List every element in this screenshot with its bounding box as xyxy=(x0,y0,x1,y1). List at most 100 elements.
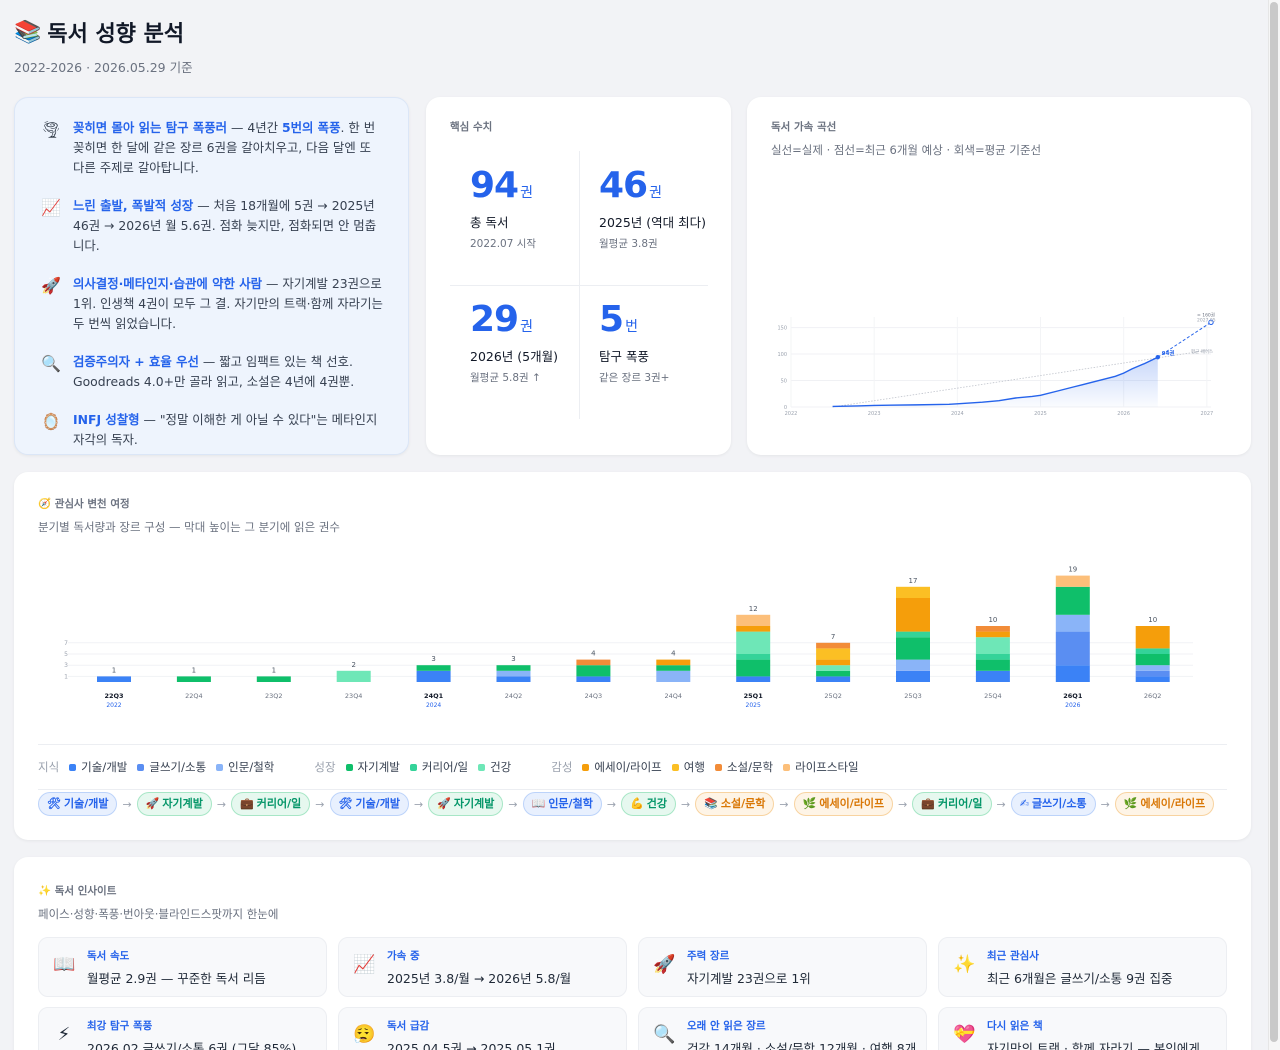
stat-item: 29 권 2026년 (5개월) 월평균 5.8권 ↑ xyxy=(470,299,592,385)
bar-segment-기술/개발 xyxy=(576,676,611,682)
x-tick-label: 2026 xyxy=(1117,411,1130,417)
genre-pill[interactable]: 💪 건강 xyxy=(621,792,676,816)
genre-pill-icon: 🛠 xyxy=(47,797,61,810)
genre-pill[interactable]: 🚀 자기계발 xyxy=(136,792,212,816)
x-tick-label: 2022 xyxy=(785,411,798,417)
insight-card: 🚀 주력 장르 자기계발 23권으로 1위 xyxy=(638,937,927,997)
legend-label: 에세이/라이프 xyxy=(594,760,662,774)
insights-label-text: 독서 인사이트 xyxy=(54,885,117,897)
genre-pill[interactable]: 🛠 기술/개발 xyxy=(38,792,118,816)
legend-item: 건강 xyxy=(478,759,511,775)
x-tick-label: 24Q3 xyxy=(585,692,603,700)
stat-label: 2026년 (5개월) xyxy=(470,349,558,364)
legend-label: 건강 xyxy=(490,760,512,774)
genre-pill[interactable]: 💼 커리어/일 xyxy=(231,792,311,816)
stat-value: 94 권 xyxy=(470,165,592,206)
annotation-projected-date: 2027.05 xyxy=(1197,317,1216,323)
genre-pill-icon: 💼 xyxy=(240,797,254,810)
bar-total-label: 1 xyxy=(272,666,276,674)
bar-segment-인문/철학 xyxy=(896,659,930,671)
bar-segment-에세이/라이프 xyxy=(816,659,851,666)
persona-icon: 🌪 xyxy=(40,120,62,139)
genre-pill-icon: 📖 xyxy=(531,797,546,810)
bar-total-label: 17 xyxy=(909,577,918,585)
bar-segment-자기계발 xyxy=(1135,654,1170,666)
arrow-right-icon: → xyxy=(122,797,132,811)
genre-pill-label: 자기계발 xyxy=(162,797,203,810)
stat-label: 2025년 (역대 최다) xyxy=(599,215,707,230)
bar-segment-자기계발 xyxy=(656,665,691,671)
x-tick-label: 2024 xyxy=(951,411,964,417)
insight-body: 가속 중 2025년 3.8/월 → 2026년 5.8/월 xyxy=(387,948,571,986)
x-tick-label: 25Q4 xyxy=(984,692,1002,700)
persona-item: 🌪 꽂히면 몰아 읽는 탐구 폭풍러 — 4년간 5번의 폭풍. 한 번 꽂히면 … xyxy=(39,118,386,178)
year-label: 2024 xyxy=(426,702,441,709)
legend-item: 인문/철학 xyxy=(216,759,274,775)
bar-segment-자기계발 xyxy=(896,637,930,660)
bar-segment-글쓰기/소통 xyxy=(1055,631,1090,666)
stat-item: 94 권 총 독서 2022.07 시작 xyxy=(470,165,592,251)
stat-value: 46 권 xyxy=(599,165,721,206)
genre-pill[interactable]: 🌿 에세이/라이프 xyxy=(1114,792,1215,816)
stat-label: 총 독서 xyxy=(470,215,509,230)
legend-swatch xyxy=(69,763,77,771)
genre-pill-label: 인문/철학 xyxy=(548,797,593,810)
persona-text: 느린 출발, 폭발적 성장 — 처음 18개월에 5권 → 2025년 46권 … xyxy=(73,196,386,256)
journey-label: 🧭 관심사 변천 여정 xyxy=(38,496,1227,511)
x-tick-label: 25Q2 xyxy=(824,692,842,700)
genre-pill[interactable]: 🌿 에세이/라이프 xyxy=(793,792,894,816)
genre-pill-label: 자기계발 xyxy=(453,797,495,810)
current-point xyxy=(1155,355,1160,360)
scrollbar-thumb[interactable] xyxy=(1270,2,1278,1042)
bar-segment-기술/개발 xyxy=(816,676,851,682)
genre-pill-label: 소설/문학 xyxy=(720,797,766,810)
stat-number: 29 xyxy=(470,299,519,340)
genre-pill[interactable]: 📖 인문/철학 xyxy=(522,792,602,816)
genre-pill[interactable]: 💼 커리어/일 xyxy=(912,792,992,816)
bar-segment-기술/개발 xyxy=(97,676,131,682)
stat-note: 월평균 5.8권 ↑ xyxy=(470,372,541,384)
bar-segment-인문/철학 xyxy=(1055,614,1090,632)
x-tick-label: 25Q3 xyxy=(904,692,922,700)
insight-card: 😮‍💨 독서 급감 2025.04 5권 → 2025.05 1권 xyxy=(338,1007,627,1050)
bar-total-label: 10 xyxy=(1148,616,1157,624)
genre-pill[interactable]: 🛠 기술/개발 xyxy=(329,792,409,816)
insight-card: ⚡ 최강 탐구 폭풍 2026.02 글쓰기/소통 6권 (그달 85%) xyxy=(38,1007,327,1050)
compass-icon: 🧭 xyxy=(38,498,52,510)
persona-highlight: 5번의 폭풍 xyxy=(281,120,341,135)
insight-body: 오래 안 읽은 장르 건강 14개월 · 소설/문학 12개월 · 여행 8개 xyxy=(687,1018,916,1050)
bar-segment-에세이/라이프 xyxy=(896,598,930,632)
insight-value: 자기만의 트랙 · 함께 자라기 — 본인에게 xyxy=(987,1041,1200,1050)
bar-segment-건강 xyxy=(975,637,1010,654)
bar-segment-인문/철학 xyxy=(656,670,691,682)
legend-label: 기술/개발 xyxy=(81,760,128,774)
genre-pill[interactable]: ✍ 글쓰기/소통 xyxy=(1010,792,1096,816)
legend-item: 여행 xyxy=(671,759,705,775)
stat-unit: 권 xyxy=(649,185,662,201)
stat-note: 월평균 3.8권 xyxy=(599,238,658,250)
bar-segment-자기계발 xyxy=(1055,586,1090,615)
insight-value: 2025년 3.8/월 → 2026년 5.8/월 xyxy=(387,971,572,986)
genre-pill[interactable]: 📚 소설/문학 xyxy=(695,792,775,816)
insight-value: 최근 6개월은 글쓰기/소통 9권 집중 xyxy=(987,971,1173,986)
bar-segment-커리어/일 xyxy=(975,654,1010,660)
persona-text: 꽂히면 몰아 읽는 탐구 폭풍러 — 4년간 5번의 폭풍. 한 번 꽂히면 한… xyxy=(73,118,386,178)
insight-label: 오래 안 읽은 장르 xyxy=(687,1020,766,1032)
bar-total-label: 1 xyxy=(112,666,116,674)
legend-label: 여행 xyxy=(683,760,705,774)
x-tick-label: 26Q1 xyxy=(1063,692,1083,700)
persona-description: — 4년간 xyxy=(227,120,282,135)
page-subtitle: 2022-2026 · 2026.05.29 기준 xyxy=(14,60,193,75)
insight-card: 📖 독서 속도 월평균 2.9권 — 꾸준한 독서 리듬 xyxy=(38,937,327,997)
stat-item: 5 번 탐구 폭풍 같은 장르 3권+ xyxy=(599,299,721,385)
legend-swatch xyxy=(478,763,486,771)
stat-label: 탐구 폭풍 xyxy=(599,349,649,364)
legend-item: 기술/개발 xyxy=(69,759,127,775)
bar-total-label: 3 xyxy=(511,655,515,663)
bar-total-label: 3 xyxy=(431,655,435,663)
genre-pill-icon: 💪 xyxy=(630,797,644,810)
scrollbar[interactable] xyxy=(1268,0,1280,1050)
x-tick-label: 24Q2 xyxy=(505,692,523,700)
genre-pill[interactable]: 🚀 자기계발 xyxy=(428,792,504,816)
insight-label: 독서 속도 xyxy=(87,950,130,962)
